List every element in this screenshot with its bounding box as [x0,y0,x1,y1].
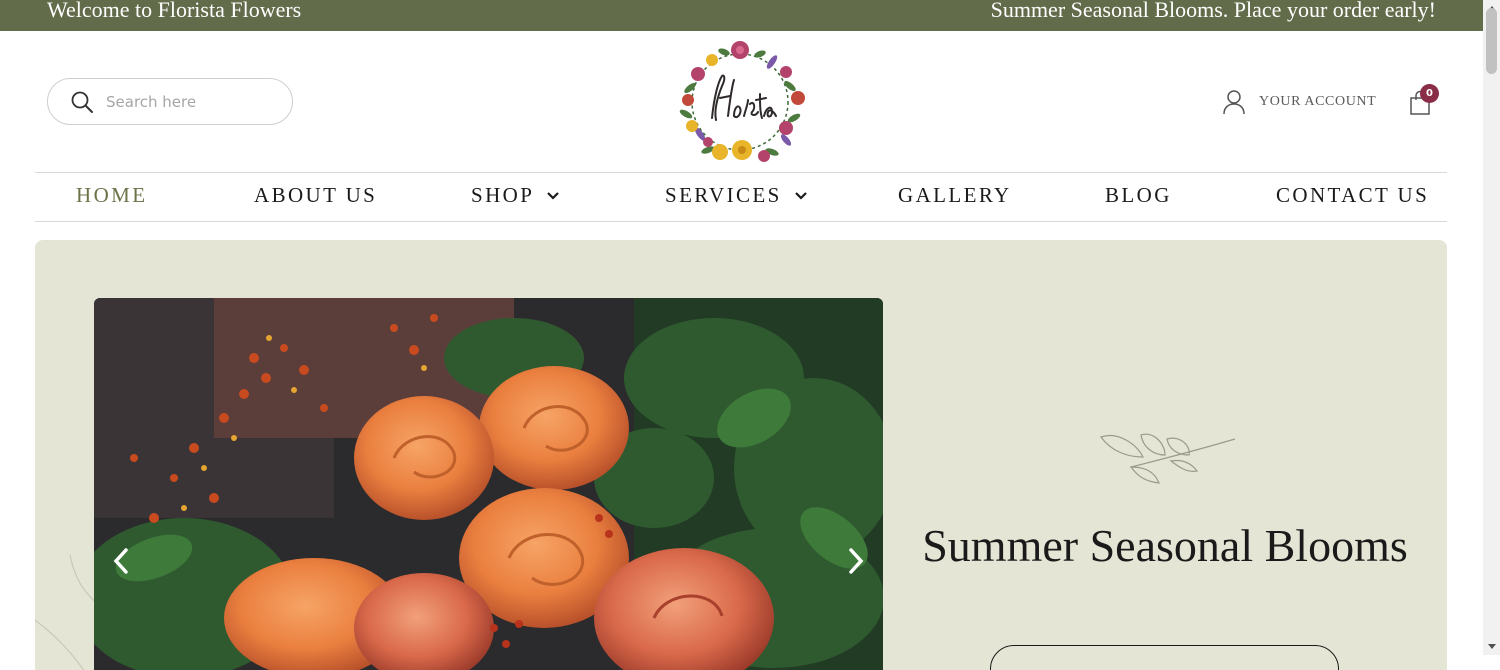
chevron-down-icon [794,191,807,200]
nav-item-home[interactable]: HOME [76,183,147,208]
hero-image-slider[interactable] [94,298,883,670]
roses-bouquet-image [94,298,883,670]
nav-item-about-us[interactable]: ABOUT US [254,183,377,208]
search-icon[interactable] [70,90,94,114]
hero-text-panel: Summer Seasonal Blooms [920,240,1410,670]
account-link[interactable]: YOUR ACCOUNT [1222,88,1376,116]
search-box[interactable] [47,78,293,125]
hero-section: Summer Seasonal Blooms [35,240,1447,670]
nav-item-gallery[interactable]: GALLERY [898,183,1012,208]
account-label: YOUR ACCOUNT [1259,94,1377,109]
main-navigation: HOME ABOUT US SHOP SERVICES GALLERY BLOG… [35,172,1447,222]
nav-item-contact-us[interactable]: CONTACT US [1276,183,1429,208]
chevron-right-icon[interactable] [844,544,868,578]
chevron-left-icon[interactable] [109,544,133,578]
florista-logo[interactable] [668,38,812,166]
nav-item-label: SHOP [471,183,535,207]
nav-item-shop[interactable]: SHOP [471,183,560,208]
welcome-text: Welcome to Florista Flowers [47,0,302,22]
nav-item-label: CONTACT US [1276,183,1430,207]
search-input[interactable] [104,90,274,114]
promo-text: Summer Seasonal Blooms. Place your order… [990,0,1436,22]
cart-count-badge: 0 [1420,84,1439,103]
scroll-thumb[interactable] [1486,8,1497,74]
hero-cta-button[interactable] [990,645,1339,670]
nav-item-label: ABOUT US [254,183,378,207]
nav-item-blog[interactable]: BLOG [1105,183,1172,208]
scroll-down-arrow[interactable] [1483,638,1500,655]
nav-item-label: BLOG [1105,183,1172,207]
nav-item-label: GALLERY [898,183,1012,207]
nav-item-label: HOME [76,183,148,207]
nav-item-label: SERVICES [665,183,782,207]
announcement-bar: Welcome to Florista Flowers Summer Seaso… [0,0,1483,31]
sprig-decoration [1100,433,1236,484]
nav-item-services[interactable]: SERVICES [665,183,808,208]
cart-button[interactable]: 0 [1406,84,1442,118]
chevron-down-icon [547,191,560,200]
user-icon [1223,90,1245,115]
page-scrollbar[interactable] [1483,0,1500,655]
hero-heading: Summer Seasonal Blooms [922,520,1408,571]
